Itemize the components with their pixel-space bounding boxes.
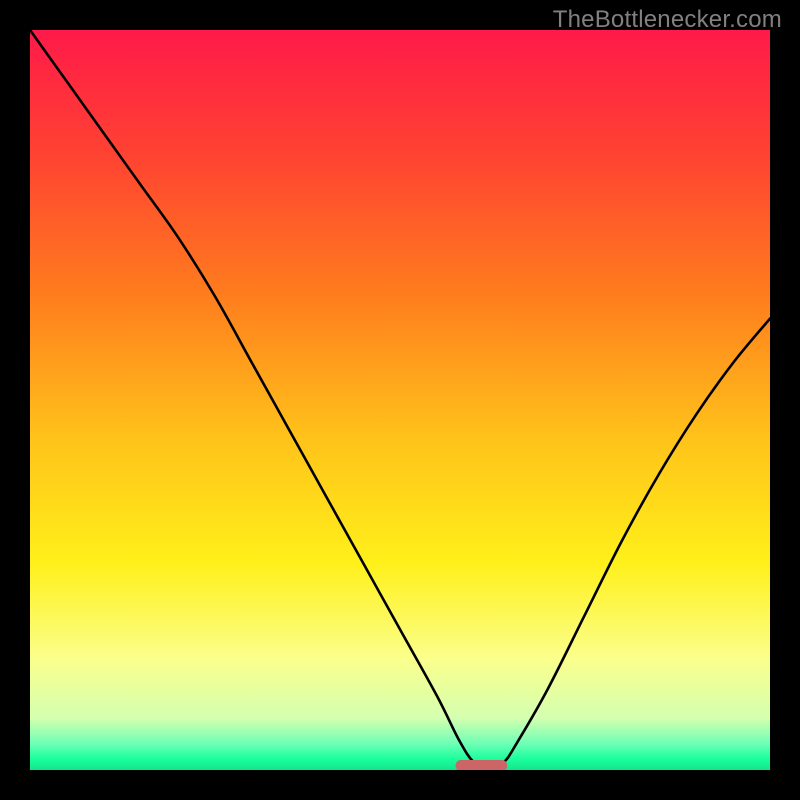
chart-frame: TheBottlenecker.com xyxy=(0,0,800,800)
bottleneck-chart xyxy=(30,30,770,770)
gradient-background xyxy=(30,30,770,770)
watermark-text: TheBottlenecker.com xyxy=(553,6,782,34)
optimal-marker xyxy=(456,760,508,770)
